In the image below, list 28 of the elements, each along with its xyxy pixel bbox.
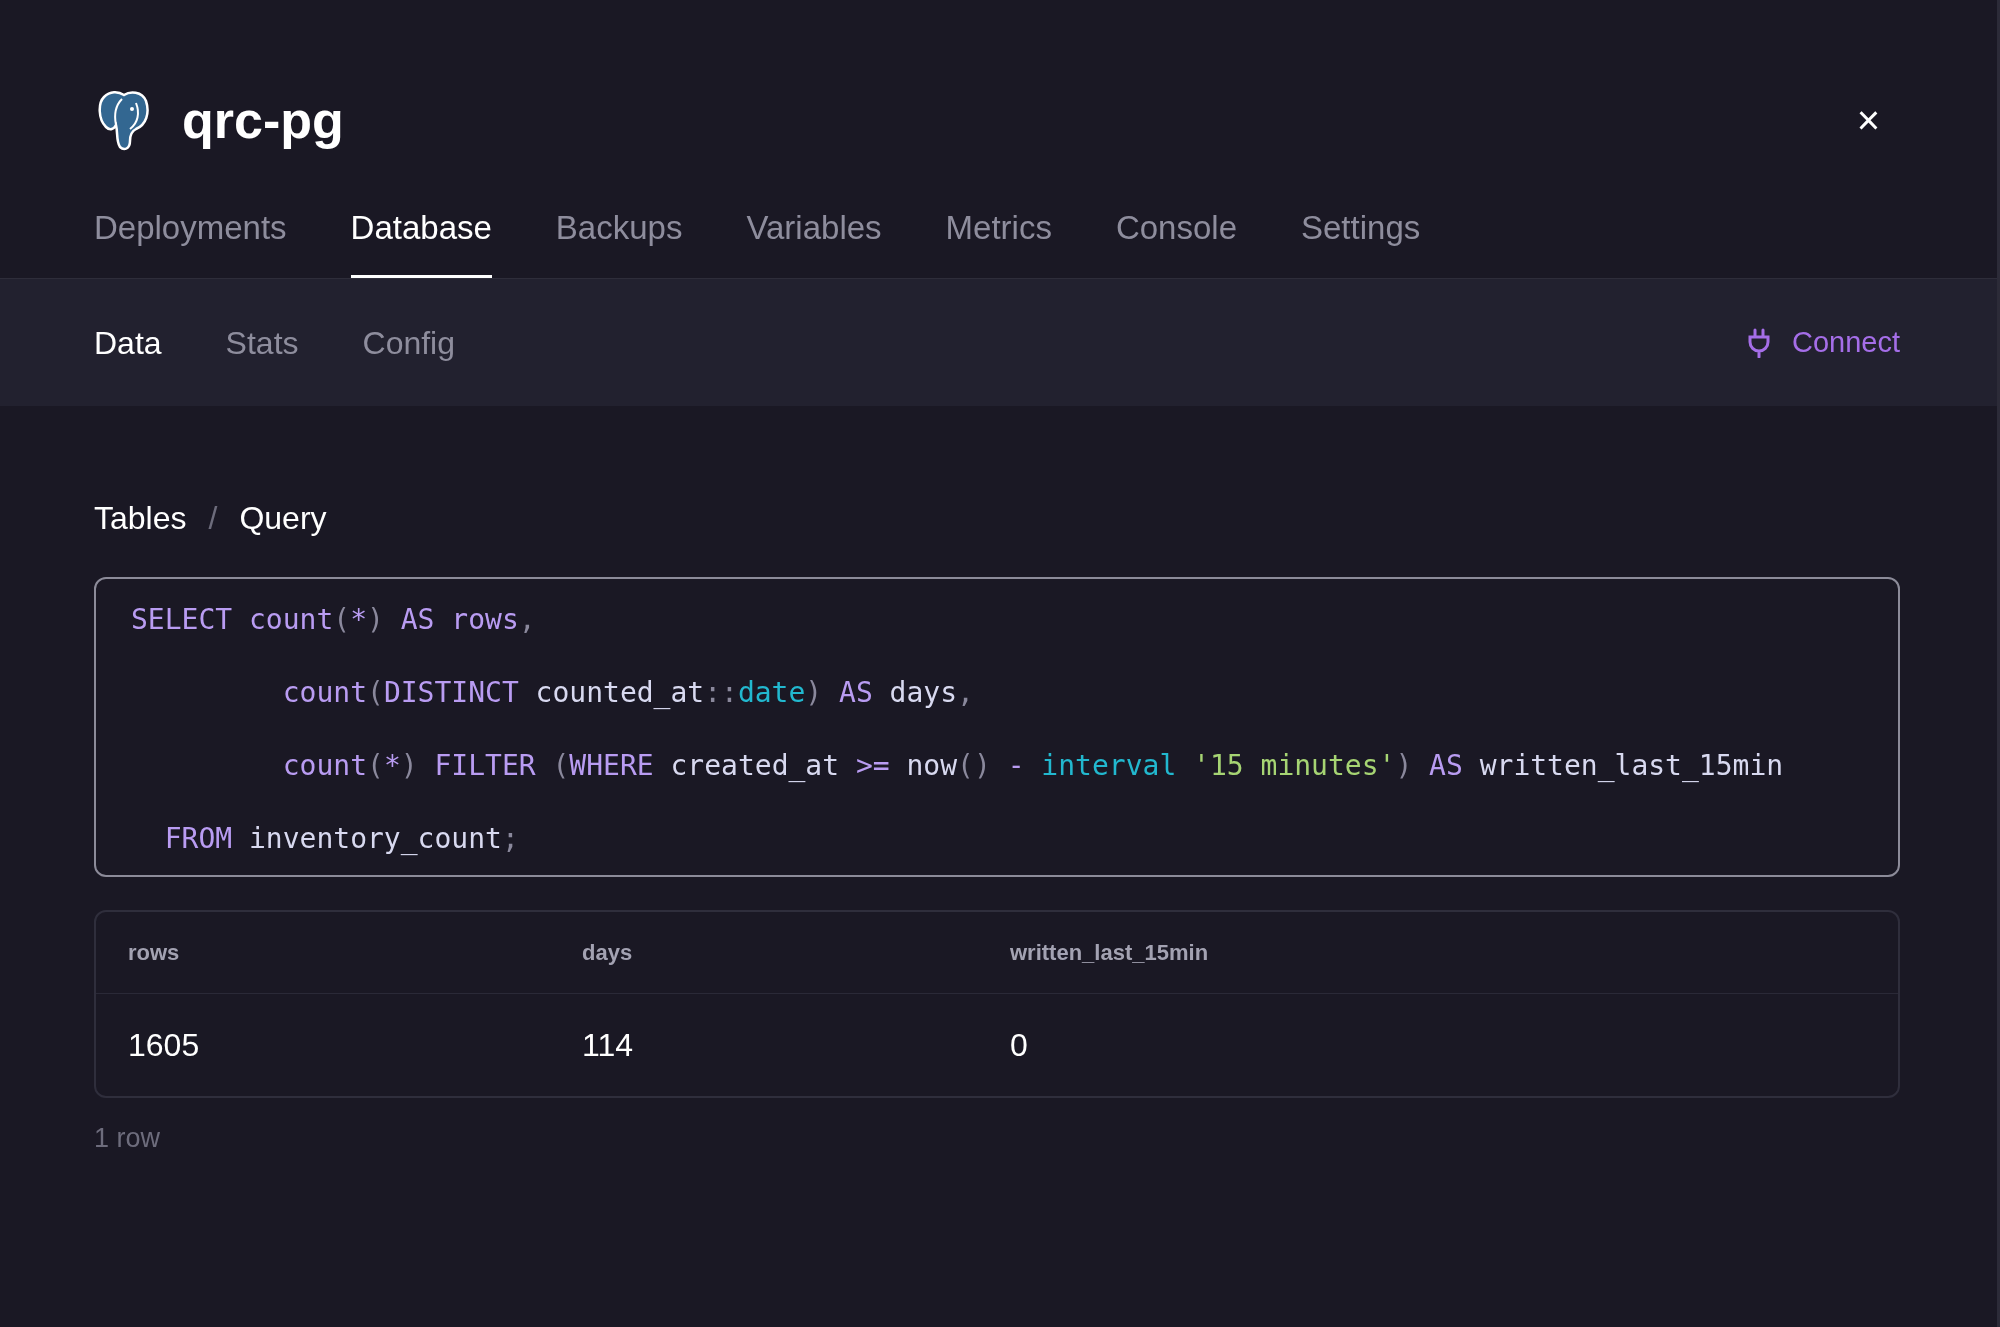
table-cell-text: 114 xyxy=(582,1026,633,1065)
connect-button[interactable]: Connect xyxy=(1748,320,1900,365)
column-header: written_last_15min xyxy=(1010,939,1209,967)
tab[interactable]: Backups xyxy=(555,208,683,278)
breadcrumb-separator: / xyxy=(208,499,218,538)
tab[interactable]: Deployments xyxy=(94,208,287,278)
window-title: qrc-pg xyxy=(182,90,344,151)
row-count: 1 row xyxy=(94,1122,161,1155)
code-line: count(DISTINCT counted_at::date) AS days, xyxy=(281,675,974,711)
tab[interactable]: Metrics xyxy=(945,208,1052,278)
subtab[interactable]: Stats xyxy=(225,318,299,367)
close-button[interactable]: × xyxy=(1856,100,1880,140)
code-line: SELECT count(*) AS rows, xyxy=(131,602,536,638)
plug-icon xyxy=(1748,327,1770,358)
tab[interactable]: Variables xyxy=(746,208,882,278)
subtab[interactable]: Config xyxy=(362,318,455,367)
query-editor[interactable]: SELECT count(*) AS rows, count(DISTINCT counted_at::date) AS days, count(*) FILTER (WHERE created_at >= now() - interval '15 minutes') AS written_last_15min FROM inventory_count; xyxy=(94,577,1900,877)
subtab[interactable]: Data xyxy=(94,318,162,367)
table-cell-text: 1605 xyxy=(128,1026,200,1065)
table-cell-text: 0 xyxy=(1010,1026,1028,1065)
tab[interactable]: Settings xyxy=(1301,208,1421,278)
code-line: count(*) FILTER (WHERE created_at >= now() - interval '15 minutes') AS written_last_15min xyxy=(281,748,1784,784)
column-header: rows xyxy=(128,939,180,967)
breadcrumb-current: Query xyxy=(239,499,327,538)
breadcrumb-link[interactable]: Tables xyxy=(94,498,187,538)
tab[interactable]: Console xyxy=(1115,208,1237,278)
column-header: days xyxy=(582,939,633,967)
code-line: FROM inventory_count; xyxy=(163,821,519,857)
